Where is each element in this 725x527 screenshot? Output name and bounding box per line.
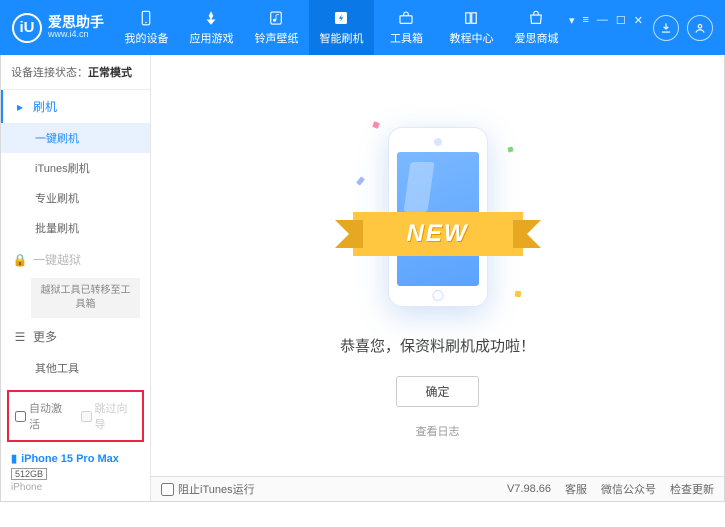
sidebar-section-more[interactable]: ☰ 更多 [1,320,150,353]
footer: 阻止iTunes运行 V7.98.66 客服 微信公众号 检查更新 [151,476,724,501]
sidebar-section-flash[interactable]: ▸ 刷机 [1,90,150,123]
brand-logo: iU 爱思助手 www.i4.cn [12,13,114,43]
footer-wechat[interactable]: 微信公众号 [601,481,656,497]
lock-icon: 🔒 [13,253,27,267]
device-info: ▮ iPhone 15 Pro Max 512GB iPhone [1,446,150,501]
view-log-link[interactable]: 查看日志 [416,423,460,439]
footer-support[interactable]: 客服 [565,481,587,497]
device-storage: 512GB [11,468,47,480]
nav-ringtone[interactable]: 铃声壁纸 [244,0,309,55]
success-illustration: NEW [363,117,513,317]
sidebar: 设备连接状态：正常模式 ▸ 刷机 一键刷机 iTunes刷机 专业刷机 批量刷机… [1,55,151,501]
download-button[interactable] [653,15,679,41]
nav-flash[interactable]: 智能刷机 [309,0,374,55]
brand-url: www.i4.cn [48,30,104,40]
sidebar-item-download[interactable]: 下载固件 [1,383,150,386]
sidebar-item-itunes[interactable]: iTunes刷机 [1,153,150,183]
version-text: V7.98.66 [507,483,551,495]
nav-label: 工具箱 [390,30,423,46]
close-icon[interactable]: ✕ [634,14,643,27]
app-icon [201,9,221,27]
sidebar-item-batch[interactable]: 批量刷机 [1,213,150,243]
logo-icon: iU [12,13,42,43]
brand-title: 爱思助手 [48,15,104,30]
options-box: 自动激活 跳过向导 [7,390,144,442]
titlebar: iU 爱思助手 www.i4.cn 我的设备 应用游戏 铃声壁纸 智能刷机 工具… [0,0,725,55]
nav-apps[interactable]: 应用游戏 [179,0,244,55]
menu-icon[interactable]: ▾ [569,14,575,27]
shop-icon [526,9,546,27]
nav-label: 智能刷机 [319,30,363,46]
sidebar-item-other[interactable]: 其他工具 [1,353,150,383]
nav-label: 我的设备 [124,30,168,46]
device-name[interactable]: ▮ iPhone 15 Pro Max [11,452,140,465]
block-itunes-checkbox[interactable]: 阻止iTunes运行 [161,481,255,497]
nav-label: 铃声壁纸 [254,30,298,46]
music-icon [266,9,286,27]
new-ribbon: NEW [353,212,523,256]
user-button[interactable] [687,15,713,41]
nav-label: 教程中心 [449,30,493,46]
device-type: iPhone [11,482,140,493]
flash-small-icon: ▸ [13,100,27,114]
maximize-icon[interactable]: ☐ [616,14,626,27]
nav-my-device[interactable]: 我的设备 [114,0,179,55]
book-icon [461,9,481,27]
flash-icon [331,9,351,27]
phone-icon: ▮ [11,452,17,465]
top-nav: 我的设备 应用游戏 铃声壁纸 智能刷机 工具箱 教程中心 爱思商城 [114,0,569,55]
nav-label: 应用游戏 [189,30,233,46]
skip-guide-checkbox[interactable]: 跳过向导 [81,400,137,432]
footer-update[interactable]: 检查更新 [670,481,714,497]
auto-activate-checkbox[interactable]: 自动激活 [15,400,71,432]
menu-list-icon[interactable]: ≡ [582,14,588,27]
connection-status: 设备连接状态：正常模式 [1,55,150,90]
toolbox-icon [396,9,416,27]
sidebar-item-pro[interactable]: 专业刷机 [1,183,150,213]
window-controls: ▾ ≡ — ☐ ✕ [569,14,643,27]
nav-shop[interactable]: 爱思商城 [504,0,569,55]
sidebar-section-jailbreak: 🔒 一键越狱 [1,243,150,276]
sidebar-item-oneclick[interactable]: 一键刷机 [1,123,150,153]
success-message: 恭喜您，保资料刷机成功啦！ [340,335,535,356]
minimize-icon[interactable]: — [597,14,608,27]
nav-tutorial[interactable]: 教程中心 [439,0,504,55]
more-icon: ☰ [13,330,27,344]
nav-label: 爱思商城 [514,30,558,46]
nav-toolbox[interactable]: 工具箱 [374,0,439,55]
ok-button[interactable]: 确定 [396,376,478,407]
device-icon [136,9,156,27]
jailbreak-note: 越狱工具已转移至工具箱 [31,278,140,318]
main-panel: NEW 恭喜您，保资料刷机成功啦！ 确定 查看日志 阻止iTunes运行 V7.… [151,55,724,501]
